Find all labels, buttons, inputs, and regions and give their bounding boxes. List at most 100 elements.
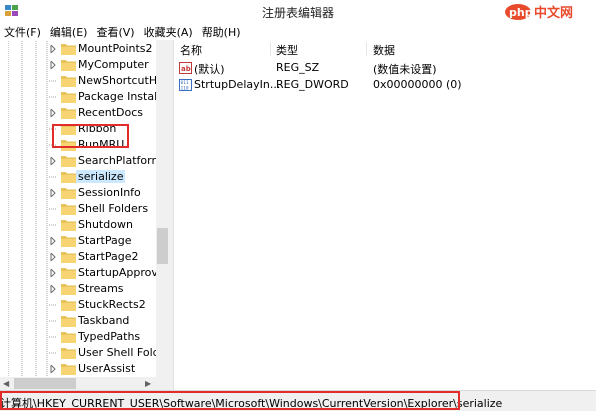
column-header-type[interactable]: 类型 xyxy=(276,42,298,58)
tree-guide-lines xyxy=(8,217,48,233)
tree-item[interactable]: StartPage xyxy=(0,233,157,249)
column-divider[interactable] xyxy=(366,42,367,56)
tree-guide-lines xyxy=(8,329,48,345)
folder-icon xyxy=(61,332,76,343)
tree-item-label: TypedPaths xyxy=(78,330,141,343)
tree-guide-lines xyxy=(8,233,48,249)
value-row[interactable]: ab (默认) REG_SZ (数值未设置) xyxy=(174,60,596,76)
tree-branch-line xyxy=(49,304,57,306)
tree-item-label: serialize xyxy=(76,170,126,183)
tree-guide-lines xyxy=(8,297,48,313)
tree-branch-line xyxy=(49,352,57,354)
tree-item-label: SearchPlatform xyxy=(78,154,163,167)
tree-item-label: Streams xyxy=(78,282,124,295)
tree-item-label: StartPage xyxy=(78,234,132,247)
expand-arrow-icon[interactable] xyxy=(49,157,57,165)
value-type: REG_SZ xyxy=(276,61,320,74)
path-highlight xyxy=(0,391,460,410)
tree-item[interactable]: StartPage2 xyxy=(0,249,157,265)
menu-favorites[interactable]: 收藏夹(A) xyxy=(140,22,198,40)
tree-item[interactable]: TypedPaths xyxy=(0,329,157,345)
menu-help[interactable]: 帮助(H) xyxy=(198,22,246,40)
expand-arrow-icon[interactable] xyxy=(49,285,57,293)
expand-arrow-icon[interactable] xyxy=(49,253,57,261)
scroll-right-arrow-icon[interactable]: ▶ xyxy=(145,379,151,388)
svg-text:110: 110 xyxy=(181,86,189,92)
tree-item[interactable]: NewShortcutHan xyxy=(0,73,169,89)
folder-icon xyxy=(61,316,76,327)
tree-item-label: RecentDocs xyxy=(78,106,143,119)
tree-branch-line xyxy=(49,176,57,178)
tree-item-label: StuckRects2 xyxy=(78,298,146,311)
registry-tree[interactable]: MountPoints2 MyComputer NewShortcutHan Pack… xyxy=(0,40,169,390)
menu-file[interactable]: 文件(F) xyxy=(0,22,46,40)
expand-arrow-icon[interactable] xyxy=(49,269,57,277)
tree-item-label: MyComputer xyxy=(78,58,149,71)
menu-edit[interactable]: 编辑(E) xyxy=(46,22,93,40)
tree-item[interactable]: SearchPlatform xyxy=(0,153,162,169)
folder-icon xyxy=(61,236,76,247)
folder-icon xyxy=(61,268,76,279)
tree-horizontal-scrollbar[interactable]: ◀ ▶ xyxy=(0,377,156,390)
tree-branch-line xyxy=(49,208,57,210)
column-divider[interactable] xyxy=(270,42,271,56)
folder-icon xyxy=(61,284,76,295)
svg-text:ab: ab xyxy=(181,65,191,73)
values-list[interactable]: 名称 类型 数据 ab (默认) REG_SZ (数值未设置) 011 110 … xyxy=(174,40,596,390)
tree-branch-line xyxy=(49,80,57,82)
selected-key-highlight xyxy=(52,124,129,148)
tree-vertical-scroll-thumb[interactable] xyxy=(157,228,168,264)
tree-guide-lines xyxy=(8,41,48,57)
tree-item[interactable]: RecentDocs xyxy=(0,105,157,121)
tree-guide-lines xyxy=(8,281,48,297)
folder-icon xyxy=(61,252,76,263)
svg-text:php: php xyxy=(509,6,533,19)
value-row[interactable]: 011 110 StrtupDelayIn... REG_DWORD 0x000… xyxy=(174,77,596,93)
tree-item[interactable]: StuckRects2 xyxy=(0,297,157,313)
tree-item-label: SessionInfo xyxy=(78,186,141,199)
value-name: StrtupDelayIn... xyxy=(194,78,281,91)
folder-icon xyxy=(61,204,76,215)
scroll-left-arrow-icon[interactable]: ◀ xyxy=(3,379,9,388)
tree-item[interactable]: Taskband xyxy=(0,313,157,329)
tree-item[interactable]: MountPoints2 xyxy=(0,41,157,57)
dword-value-icon: 011 110 xyxy=(179,79,192,91)
tree-item-label: Shell Folders xyxy=(78,202,149,215)
svg-text:011: 011 xyxy=(181,80,189,86)
string-value-icon: ab xyxy=(179,62,192,74)
expand-arrow-icon[interactable] xyxy=(49,45,57,53)
expand-arrow-icon[interactable] xyxy=(49,61,57,69)
tree-item-label: StartPage2 xyxy=(78,250,139,263)
value-data: 0x00000000 (0) xyxy=(373,78,462,91)
tree-item[interactable]: UserAssist xyxy=(0,361,157,377)
tree-item[interactable]: Shutdown xyxy=(0,217,157,233)
tree-item-label: UserAssist xyxy=(78,362,136,375)
tree-item[interactable]: Package Installat xyxy=(0,89,169,105)
expand-arrow-icon[interactable] xyxy=(49,237,57,245)
tree-item[interactable]: MyComputer xyxy=(0,57,157,73)
folder-icon xyxy=(61,220,76,231)
expand-arrow-icon[interactable] xyxy=(49,365,57,373)
menu-view[interactable]: 查看(V) xyxy=(92,22,139,40)
folder-icon xyxy=(61,44,76,55)
tree-branch-line xyxy=(49,96,57,98)
folder-icon xyxy=(61,76,76,87)
tree-item[interactable]: Streams xyxy=(0,281,157,297)
tree-item[interactable]: serialize xyxy=(0,169,157,185)
tree-horizontal-scroll-thumb[interactable] xyxy=(14,378,76,389)
tree-item[interactable]: StartupApproved xyxy=(0,265,169,281)
tree-item[interactable]: Shell Folders xyxy=(0,201,157,217)
tree-guide-lines xyxy=(8,153,48,169)
tree-item[interactable]: User Shell Folder xyxy=(0,345,169,361)
tree-item[interactable]: SessionInfo xyxy=(0,185,157,201)
expand-arrow-icon[interactable] xyxy=(49,109,57,117)
tree-item-label: Taskband xyxy=(78,314,130,327)
tree-guide-lines xyxy=(8,73,48,89)
tree-guide-lines xyxy=(8,313,48,329)
column-header-data[interactable]: 数据 xyxy=(373,42,395,58)
expand-arrow-icon[interactable] xyxy=(49,189,57,197)
tree-guide-lines xyxy=(8,265,48,281)
value-type: REG_DWORD xyxy=(276,78,349,91)
column-header-name[interactable]: 名称 xyxy=(180,42,202,58)
tree-vertical-scrollbar[interactable] xyxy=(156,40,169,390)
